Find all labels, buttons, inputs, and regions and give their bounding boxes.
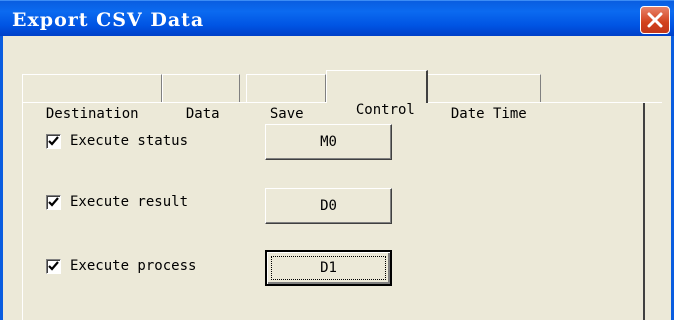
tab-destination[interactable]: Destination [22, 74, 162, 122]
tab-data[interactable]: Data [162, 74, 240, 122]
window-title: Export CSV Data [12, 9, 205, 31]
tab-save[interactable]: Save [246, 74, 326, 122]
tab-label: Control [355, 102, 415, 118]
window-frame-left [0, 36, 3, 320]
tab-panel-control [22, 102, 662, 320]
title-bar[interactable]: Export CSV Data [0, 0, 674, 36]
tab-date-time[interactable]: Date Time [427, 74, 541, 122]
tab-control[interactable]: Control [326, 70, 428, 118]
close-button[interactable] [640, 6, 670, 34]
close-icon [647, 12, 663, 28]
